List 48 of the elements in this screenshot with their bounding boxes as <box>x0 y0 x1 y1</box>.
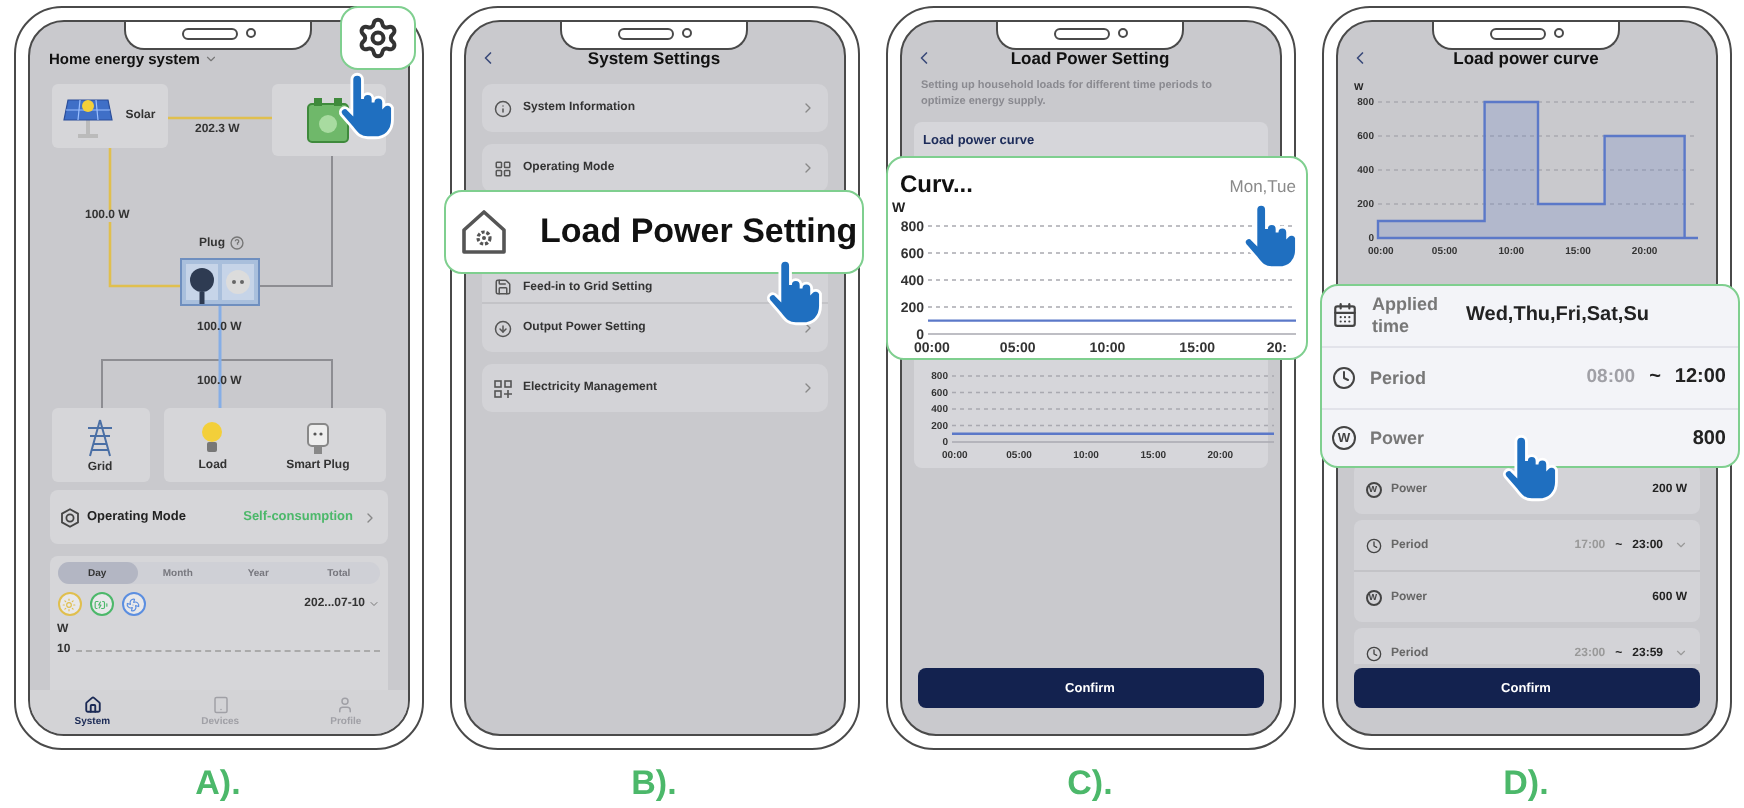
row-label: Applied time <box>1372 294 1440 337</box>
chevron-down-icon <box>1673 646 1687 660</box>
smart-plug-icon <box>303 419 332 455</box>
pointing-hand-icon <box>1240 202 1300 270</box>
end-time[interactable]: 12:00 <box>1674 366 1726 389</box>
grid-icon <box>493 159 511 177</box>
figure-caption: B). <box>631 764 677 804</box>
save-icon <box>493 278 511 296</box>
applied-days: Mon,Tue <box>1229 176 1296 196</box>
clock-icon <box>1365 645 1381 661</box>
flow-line <box>258 155 332 287</box>
plug-socket-icon <box>179 258 259 306</box>
pointing-hand-icon <box>764 258 824 326</box>
light-bulb-icon <box>198 419 227 455</box>
callout-text: Load Power Setting <box>540 212 858 252</box>
fan-icon[interactable] <box>121 592 145 616</box>
screen-title: System Settings <box>585 48 723 68</box>
row-label: Period <box>1370 367 1429 389</box>
house-gear-icon <box>460 208 508 256</box>
load-power-setting-callout[interactable]: Load Power Setting <box>444 190 864 274</box>
figure-caption: A). <box>195 764 241 804</box>
screen-title: Load Power Setting <box>1008 48 1172 68</box>
chevron-down-icon <box>203 51 218 65</box>
clock-icon <box>1365 537 1381 553</box>
help-icon <box>229 236 243 250</box>
calendar-icon <box>1332 302 1358 329</box>
download-icon <box>493 319 511 337</box>
grid-plus-icon <box>493 379 511 397</box>
screen-title: Load power curve <box>1451 48 1601 68</box>
chevron-down-icon <box>367 598 379 610</box>
home-icon <box>83 696 102 714</box>
battery-icon <box>302 94 354 146</box>
row-label: Power <box>1370 427 1427 449</box>
user-icon <box>336 696 355 714</box>
settings-icon[interactable] <box>356 16 400 60</box>
callout-title: Curv... <box>900 170 973 198</box>
hexagon-icon <box>59 507 79 527</box>
power-value[interactable]: 800 <box>1692 427 1726 450</box>
figure-caption: D). <box>1503 764 1549 804</box>
power-pylon-icon <box>84 417 116 457</box>
range-separator: ~ <box>1649 366 1661 389</box>
figure-caption: C). <box>1067 764 1113 804</box>
device-icon <box>211 696 230 714</box>
clock-icon <box>1332 365 1356 390</box>
applied-days[interactable]: Wed,Thu,Fri,Sat,Su <box>1466 304 1649 327</box>
flow-line <box>167 116 271 120</box>
chevron-down-icon <box>1673 538 1687 552</box>
info-icon <box>493 99 511 117</box>
